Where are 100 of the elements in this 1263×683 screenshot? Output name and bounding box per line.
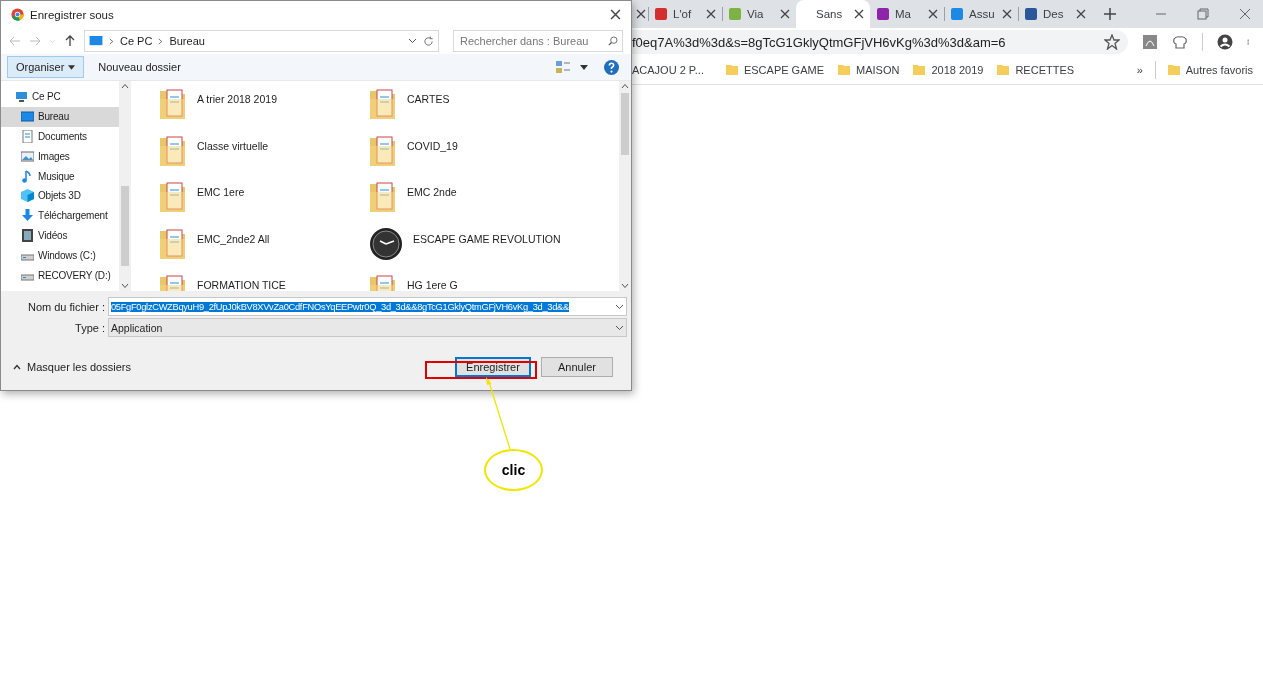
close-icon[interactable] [780,9,790,19]
sidebar-item[interactable]: Images [1,146,119,167]
sidebar-item[interactable]: RECOVERY (D:) [1,265,119,285]
close-icon[interactable] [636,9,646,19]
file-item[interactable]: COVID_19 [369,133,619,180]
bookmark[interactable]: Autres favoris [1167,64,1253,76]
bookmark[interactable]: 2018 2019 [913,64,984,76]
close-icon[interactable] [610,9,621,20]
close-icon[interactable] [1002,9,1012,19]
field-label: Nom du fichier : [26,300,105,313]
scroll-up-icon[interactable] [121,83,129,89]
more-bookmarks-button[interactable]: » [1136,64,1143,76]
callout-bubble: clic [484,449,543,491]
address-bar[interactable]: f0eq7A%3d%3d&s=8gTcG1GklyQtmGFjVH6vKg%3d%3d&am=6 [632,30,1128,54]
chef-hat-icon[interactable] [1172,34,1188,50]
sidebar-item[interactable]: Téléchargement [1,205,119,226]
sidebar-item[interactable]: Musique [1,166,119,186]
browser-logo-icon [11,8,24,21]
folder-icon [1167,64,1180,76]
plus-icon[interactable] [1104,8,1116,20]
browser-tab[interactable]: Via [722,0,796,28]
videos-icon [21,228,34,242]
folder-icon [159,226,187,261]
folder-icon [913,64,926,76]
bookmark[interactable]: ESCAPE GAME [725,64,824,76]
refresh-icon[interactable] [423,35,434,47]
folder-icon [369,180,397,214]
sidebar-item[interactable]: Documents [1,126,119,147]
file-item[interactable]: CARTES [369,87,619,134]
file-item[interactable]: EMC 2nde [369,180,619,227]
cancel-button[interactable]: Annuler [541,357,613,377]
close-icon[interactable] [854,9,864,19]
organize-button[interactable]: Organiser [7,56,85,78]
scrollbar-thumb[interactable] [121,186,129,266]
chevron-up-icon [13,364,21,370]
sidebar-item[interactable]: Objets 3D [1,186,119,206]
downloads-icon [21,209,34,223]
chevron-down-icon[interactable] [615,324,624,331]
bookmark[interactable]: ACAJOU 2 P... [632,64,704,76]
scroll-down-icon[interactable] [621,283,629,289]
close-icon[interactable] [1239,8,1251,20]
profile-icon[interactable] [1217,34,1233,50]
folder-icon [159,133,187,168]
hide-folders-button[interactable]: Masquer les dossiers [13,361,131,373]
scroll-down-icon[interactable] [121,283,129,289]
chevron-right-icon [158,37,164,45]
address-field[interactable]: Ce PC Bureau [84,30,439,52]
bookmark[interactable]: MAISON [838,64,900,76]
breadcrumb-item[interactable]: Ce PC [120,35,153,47]
browser-tab[interactable]: Des [1018,0,1092,28]
documents-icon [21,130,34,143]
folder-icon [725,64,738,76]
close-icon[interactable] [706,9,716,19]
close-icon[interactable] [928,9,938,19]
window-title: Enregistrer sous [30,8,115,21]
caret-icon [68,64,76,70]
breadcrumb-item[interactable]: Bureau [169,35,205,47]
clock-icon [369,226,403,261]
restore-icon[interactable] [1197,8,1209,20]
computer-icon [89,35,103,47]
sidebar-item[interactable]: Ce PC [1,87,119,107]
file-type-dropdown[interactable]: Application [108,318,627,337]
chevron-down-icon[interactable] [408,38,417,44]
file-name-field[interactable]: 05FgF0glzCWZBqyuH9_2fUpJ0kBV8XVvZa0CdfFNOsYqEEPwtr0Q_3d_3d&&8gTcG1GklyQtmGFjVH6vKg_3d_3d&& [108,297,627,316]
save-button[interactable]: Enregistrer [455,357,531,377]
help-icon[interactable] [604,59,619,75]
file-item[interactable]: ESCAPE GAME REVOLUTION [369,226,619,273]
up-arrow-icon[interactable] [64,35,76,47]
caret-icon[interactable] [580,64,588,70]
bookmark[interactable]: RECETTES [997,64,1075,76]
star-icon[interactable] [1104,34,1120,50]
search-field[interactable]: Rechercher dans : Bureau [458,34,608,48]
sidebar-item[interactable]: Windows (C:) [1,245,119,266]
desktop-icon [21,110,34,124]
browser-tab[interactable]: Ma [870,0,944,28]
chevron-right-icon [109,37,114,45]
pc-icon [15,90,28,104]
sidebar-item[interactable]: Bureau [1,106,119,127]
file-item[interactable]: A trier 2018 2019 [159,87,369,134]
file-item[interactable]: Classe virtuelle [159,133,369,180]
scroll-up-icon[interactable] [621,83,629,89]
view-options-icon[interactable] [556,60,570,74]
scrollbar[interactable] [619,81,631,291]
pdf-icon[interactable] [1142,34,1158,50]
browser-tab[interactable]: L'of [648,0,722,28]
search-box[interactable]: Rechercher dans : Bureau [453,30,623,52]
folder-icon [997,64,1010,76]
scrollbar[interactable] [119,81,131,291]
folder-icon [159,87,187,121]
browser-tab[interactable]: Assu [944,0,1018,28]
file-item[interactable]: EMC_2nde2 All [159,226,369,273]
close-icon[interactable] [1076,9,1086,19]
chevron-down-icon[interactable] [615,303,624,310]
sidebar-item[interactable]: Vidéos [1,225,119,246]
new-folder-button[interactable]: Nouveau dossier [94,61,185,73]
images-icon [21,149,34,163]
folder-icon [159,180,187,214]
scrollbar-thumb[interactable] [621,93,629,155]
browser-tab[interactable]: Sans [796,0,870,28]
file-item[interactable]: EMC 1ere [159,180,369,227]
